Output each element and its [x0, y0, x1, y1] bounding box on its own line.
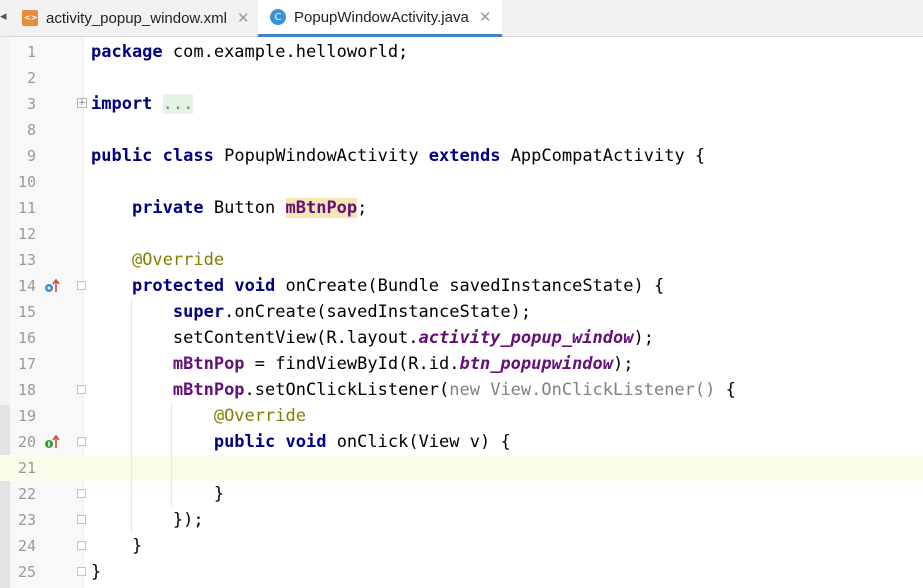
close-icon[interactable]: ✕ — [237, 9, 250, 27]
line-number: 14 — [17, 277, 36, 295]
code-text: .setOnClickListener( — [244, 380, 450, 400]
code-text: ); — [613, 354, 634, 374]
tab-popup-window-activity-java[interactable]: C PopupWindowActivity.java ✕ — [258, 0, 502, 37]
line-number: 10 — [17, 173, 36, 191]
keyword: void — [234, 276, 276, 296]
line-number: 24 — [17, 537, 36, 555]
code-text: } — [213, 484, 225, 504]
code-line-11[interactable]: private Button mBtnPop; — [91, 195, 367, 221]
java-class-icon: C — [270, 9, 286, 25]
static-field: btn_popupwindow — [459, 354, 614, 374]
line-number: 23 — [17, 511, 36, 529]
keyword: package — [91, 42, 163, 62]
keyword: public — [91, 146, 153, 166]
code-text: setContentView(R.layout. — [172, 328, 419, 348]
code-line-24[interactable]: } — [91, 533, 142, 559]
line-number: 2 — [26, 69, 36, 87]
fold-marker-icon[interactable] — [77, 281, 86, 290]
fold-end-icon[interactable] — [77, 515, 86, 524]
code-text: PopupWindowActivity — [213, 146, 429, 166]
annotation: @Override — [131, 250, 225, 270]
keyword: void — [285, 432, 327, 452]
code-line-25[interactable]: } — [91, 559, 101, 585]
fold-end-icon[interactable] — [77, 567, 86, 576]
code-line-16[interactable]: setContentView(R.layout.activity_popup_w… — [91, 325, 654, 351]
line-number: 11 — [17, 199, 36, 217]
code-line-18[interactable]: mBtnPop.setOnClickListener(new View.OnCl… — [91, 377, 736, 403]
code-text: ; — [357, 198, 368, 218]
gutter-separator — [83, 37, 84, 588]
line-number: 21 — [17, 459, 36, 477]
code-line-3[interactable]: import ... — [91, 91, 194, 117]
keyword: extends — [428, 146, 501, 166]
xml-file-icon — [22, 10, 38, 26]
code-text: = findViewById(R.id. — [244, 354, 460, 374]
tab-label: PopupWindowActivity.java — [294, 8, 469, 26]
code-text: } — [91, 562, 102, 582]
code-line-14[interactable]: protected void onCreate(Bundle savedInst… — [91, 273, 664, 299]
editor-left-edge-shade — [0, 405, 10, 588]
line-number: 12 — [17, 225, 36, 243]
code-line-15[interactable]: super.onCreate(savedInstanceState); — [91, 299, 531, 325]
line-number: 20 — [17, 433, 36, 451]
code-line-19[interactable]: @Override — [91, 403, 306, 429]
tab-activity-popup-window-xml[interactable]: activity_popup_window.xml ✕ — [10, 0, 257, 36]
fold-end-icon[interactable] — [77, 489, 86, 498]
annotation: @Override — [213, 406, 306, 426]
line-number: 19 — [17, 407, 36, 425]
close-icon[interactable]: ✕ — [479, 8, 492, 26]
line-number: 9 — [26, 147, 36, 165]
field-identifier: mBtnPop — [172, 354, 245, 374]
keyword: new — [449, 380, 480, 400]
code-text: .onCreate(savedInstanceState); — [224, 302, 532, 322]
keyword: public — [213, 432, 276, 452]
code-text: ); — [633, 328, 654, 348]
code-line-17[interactable]: mBtnPop = findViewById(R.id.btn_popupwin… — [91, 351, 634, 377]
code-text: AppCompatActivity { — [500, 146, 706, 166]
keyword: private — [131, 198, 204, 218]
implements-method-icon[interactable] — [44, 434, 60, 450]
code-text: } — [131, 536, 143, 556]
scroll-tabs-left-icon[interactable]: ◂ — [0, 9, 7, 24]
line-number: 18 — [17, 381, 36, 399]
line-number: 15 — [17, 303, 36, 321]
fold-marker-icon[interactable] — [77, 385, 86, 394]
code-text: View.OnClickListener() — [479, 380, 716, 400]
folded-imports[interactable]: ... — [162, 94, 194, 114]
code-text: onCreate(Bundle savedInstanceState) { — [275, 276, 665, 296]
line-number: 13 — [17, 251, 36, 269]
static-field: activity_popup_window — [418, 328, 634, 348]
code-text: { — [715, 380, 736, 400]
keyword: super — [172, 302, 225, 322]
code-line-1[interactable]: package com.example.helloworld; — [91, 39, 408, 65]
code-line-13[interactable]: @Override — [91, 247, 224, 273]
code-text: Button — [203, 198, 286, 218]
line-number: 8 — [26, 121, 36, 139]
keyword: protected — [131, 276, 225, 296]
field-identifier: mBtnPop — [285, 198, 358, 218]
overrides-method-icon[interactable] — [44, 278, 60, 294]
line-number: 17 — [17, 355, 36, 373]
code-text: com.example.helloworld; — [162, 42, 409, 62]
code-line-21[interactable] — [91, 455, 911, 481]
expand-fold-icon[interactable]: + — [77, 98, 87, 108]
tab-label: activity_popup_window.xml — [46, 9, 227, 27]
code-line-22[interactable]: } — [91, 481, 224, 507]
code-line-23[interactable]: }); — [91, 507, 204, 533]
keyword: class — [162, 146, 214, 166]
fold-marker-icon[interactable] — [77, 437, 86, 446]
line-number: 22 — [17, 485, 36, 503]
line-number: 3 — [26, 95, 36, 113]
field-identifier: mBtnPop — [172, 380, 245, 400]
editor-tab-bar: ◂ activity_popup_window.xml ✕ C PopupWin… — [0, 0, 923, 37]
line-number: 16 — [17, 329, 36, 347]
code-line-20[interactable]: public void onClick(View v) { — [91, 429, 511, 455]
fold-end-icon[interactable] — [77, 541, 86, 550]
line-number: 1 — [26, 43, 36, 61]
code-line-9[interactable]: public class PopupWindowActivity extends… — [91, 143, 705, 169]
code-text: }); — [172, 510, 204, 530]
keyword: import — [91, 94, 153, 114]
code-text: onClick(View v) { — [326, 432, 511, 452]
line-number: 25 — [17, 563, 36, 581]
